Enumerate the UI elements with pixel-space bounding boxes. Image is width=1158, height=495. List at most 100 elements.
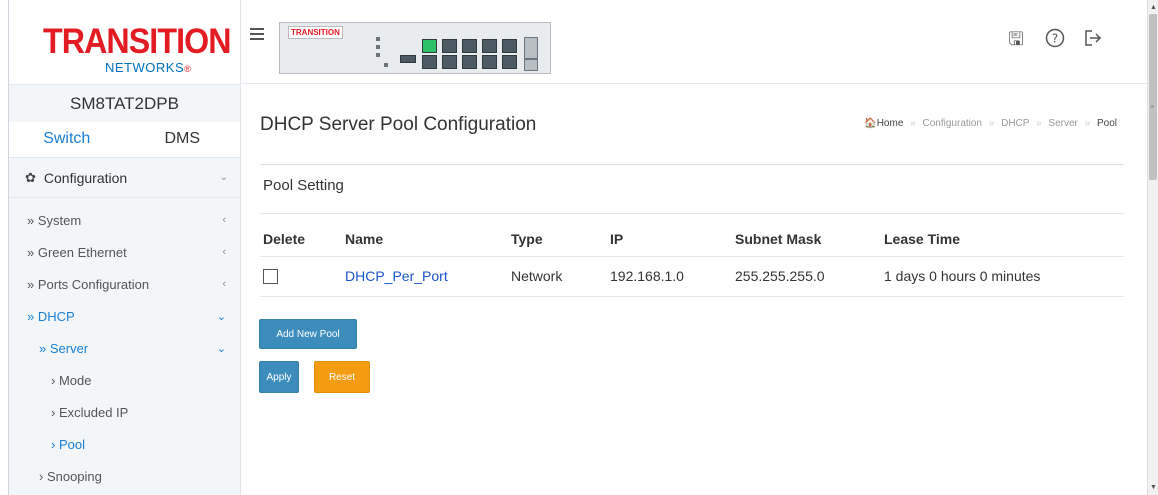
ethernet-port	[502, 55, 517, 69]
gear-icon: ✿	[25, 169, 36, 185]
ethernet-port	[442, 55, 457, 69]
sidebar-item-system[interactable]: » System ‹	[9, 204, 240, 236]
header-subnet-mask: Subnet Mask	[735, 230, 822, 247]
breadcrumb-separator: »	[1036, 118, 1042, 129]
ethernet-port	[422, 55, 437, 69]
delete-checkbox[interactable]	[263, 269, 278, 285]
breadcrumb-separator: »	[910, 118, 916, 129]
sidebar-item-mode[interactable]: › Mode	[9, 364, 240, 396]
main-content: DHCP Server Pool Configuration 🏠Home » C…	[241, 84, 1147, 495]
ethernet-port	[482, 55, 497, 69]
hamburger-menu-icon[interactable]	[250, 28, 264, 40]
divider	[260, 164, 1124, 165]
registered-mark: ®	[184, 64, 192, 74]
logo-sub-label: NETWORKS	[105, 60, 185, 75]
name-cell: DHCP_Per_Port	[342, 255, 508, 297]
scroll-up-arrow-icon[interactable]: ▲	[1150, 4, 1157, 11]
header-delete: Delete	[263, 230, 306, 247]
sidebar-tabs: Switch DMS	[9, 122, 240, 158]
sidebar-item-label: » System	[27, 212, 82, 228]
sfp-port	[524, 59, 538, 71]
status-led	[376, 53, 380, 57]
section-title: Pool Setting	[263, 177, 344, 194]
breadcrumb-configuration[interactable]: Configuration	[923, 118, 982, 129]
logout-icon[interactable]	[1082, 28, 1104, 50]
reset-button[interactable]: Reset	[314, 361, 370, 393]
chevron-left-icon: ‹	[222, 214, 226, 226]
ethernet-port	[442, 39, 457, 53]
status-led	[384, 63, 388, 67]
home-icon[interactable]: 🏠	[864, 118, 876, 129]
sidebar-item-label: › Excluded IP	[51, 404, 129, 420]
scroll-down-arrow-icon[interactable]: ▼	[1150, 484, 1157, 491]
sidebar-item-green-ethernet[interactable]: » Green Ethernet ‹	[9, 236, 240, 268]
table-header-row: Delete Name Type IP Subnet Mask Lease Ti…	[260, 222, 1124, 256]
scrollbar-thumb[interactable]	[1149, 14, 1157, 180]
menu-configuration[interactable]: ✿ Configuration ⌄	[9, 158, 240, 198]
logo-main-text: TRANSITION	[43, 22, 231, 61]
mgmt-port	[400, 55, 416, 63]
pool-table: Delete Name Type IP Subnet Mask Lease Ti…	[260, 222, 1124, 297]
scrollbar[interactable]: ▲ ≡ ▼	[1147, 0, 1158, 495]
brand-logo[interactable]: TRANSITION NETWORKS®	[9, 0, 240, 84]
save-icon[interactable]: 🖫	[1005, 28, 1027, 50]
sidebar-menu: ✿ Configuration ⌄ » System ‹ » Green Eth…	[9, 158, 240, 492]
ethernet-port	[482, 39, 497, 53]
chevron-down-icon: ⌄	[216, 342, 226, 355]
sidebar-item-snooping[interactable]: › Snooping	[9, 460, 240, 492]
device-logo: TRANSITION	[288, 26, 343, 39]
breadcrumb-home[interactable]: Home	[877, 118, 904, 129]
type-cell: Network	[508, 255, 607, 297]
chevron-left-icon: ‹	[222, 246, 226, 258]
sidebar-item-server[interactable]: » Server ⌄	[9, 332, 240, 364]
device-model: SM8TAT2DPB	[9, 84, 240, 122]
lease-time-cell: 1 days 0 hours 0 minutes	[881, 255, 1124, 297]
sidebar-item-dhcp[interactable]: » DHCP ⌄	[9, 300, 240, 332]
sidebar-item-label: › Snooping	[39, 468, 102, 484]
tab-dms[interactable]: DMS	[125, 122, 241, 157]
breadcrumb-dhcp[interactable]: DHCP	[1001, 118, 1029, 129]
pool-name-link[interactable]: DHCP_Per_Port	[345, 268, 448, 284]
help-icon[interactable]: ?	[1044, 28, 1066, 50]
top-bar: TRANSITION 🖫 ?	[241, 0, 1147, 84]
sidebar-item-label: » Ports Configuration	[27, 276, 150, 292]
delete-cell	[260, 255, 342, 297]
breadcrumb: 🏠Home » Configuration » DHCP » Server » …	[864, 118, 1117, 129]
ip-cell: 192.168.1.0	[607, 255, 732, 297]
sidebar-item-label: › Mode	[51, 372, 92, 388]
sidebar-item-ports-configuration[interactable]: » Ports Configuration ‹	[9, 268, 240, 300]
ethernet-port	[422, 39, 437, 53]
ethernet-port	[462, 39, 477, 53]
grip-icon: ≡	[1150, 104, 1155, 111]
ethernet-port	[462, 55, 477, 69]
tab-switch[interactable]: Switch	[9, 122, 125, 157]
breadcrumb-separator: »	[1084, 118, 1091, 129]
header-name: Name	[345, 230, 384, 247]
apply-button[interactable]: Apply	[259, 361, 299, 393]
sidebar-item-excluded-ip[interactable]: › Excluded IP	[9, 396, 240, 428]
subnet-mask-cell: 255.255.255.0	[732, 255, 881, 297]
sidebar: TRANSITION NETWORKS® SM8TAT2DPB Switch D…	[9, 0, 241, 495]
sidebar-item-label: » Green Ethernet	[27, 244, 127, 260]
divider	[260, 213, 1124, 214]
sfp-port	[524, 37, 538, 59]
chevron-down-icon: ⌄	[219, 172, 228, 183]
breadcrumb-separator: »	[988, 118, 995, 129]
status-led	[376, 37, 380, 41]
header-type: Type	[511, 230, 543, 247]
breadcrumb-pool: Pool	[1096, 118, 1117, 129]
sidebar-item-label: » DHCP	[27, 308, 75, 324]
breadcrumb-server[interactable]: Server	[1048, 118, 1077, 129]
chevron-down-icon: ⌄	[216, 310, 226, 323]
menu-configuration-label: Configuration	[43, 169, 128, 186]
svg-text:?: ?	[1052, 32, 1058, 46]
status-led	[376, 45, 380, 49]
add-new-pool-button[interactable]: Add New Pool	[259, 319, 357, 349]
table-row: DHCP_Per_Port Network 192.168.1.0 255.25…	[260, 255, 1124, 297]
sidebar-item-pool[interactable]: › Pool	[9, 428, 240, 460]
header-lease-time: Lease Time	[884, 230, 961, 247]
chevron-left-icon: ‹	[222, 278, 226, 290]
sidebar-item-label: › Pool	[51, 436, 85, 452]
device-panel-image[interactable]: TRANSITION	[279, 22, 551, 74]
sidebar-item-label: » Server	[39, 340, 89, 356]
